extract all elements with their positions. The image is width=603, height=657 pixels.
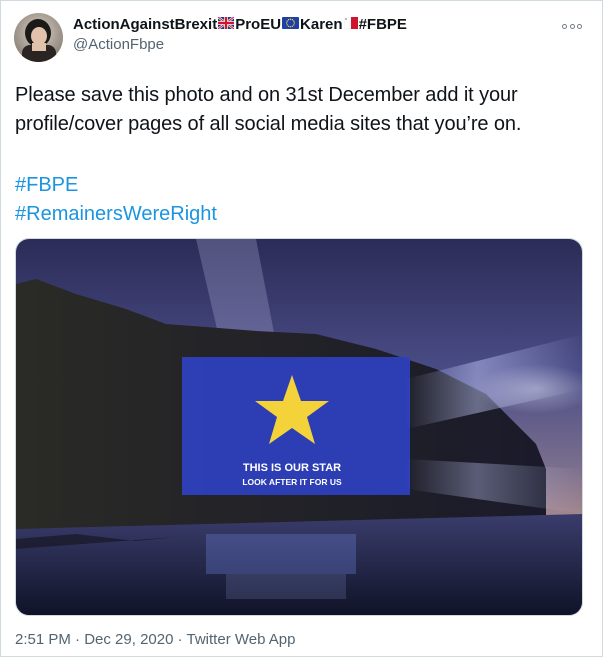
cliff-projection-photo: THIS IS OUR STAR LOOK AFTER IT FOR US xyxy=(16,239,582,615)
more-options-icon[interactable] xyxy=(562,19,582,33)
uk-flag-icon xyxy=(217,15,235,35)
tweet-text: Please save this photo and on 31st Decem… xyxy=(15,84,522,135)
display-name-part: ProEU xyxy=(235,16,282,33)
tweet-metadata: 2:51 PM · Dec 29, 2020 · Twitter Web App xyxy=(15,630,295,650)
eu-flag-icon xyxy=(282,15,300,35)
avatar[interactable] xyxy=(14,13,63,62)
meta-separator: · xyxy=(173,631,187,648)
display-name[interactable]: ActionAgainstBrexit ProEU Karen #FBPE xyxy=(73,15,407,35)
hashtag-list: #FBPE #RemainersWereRight xyxy=(15,171,217,229)
projection-text-line1: THIS IS OUR STAR xyxy=(243,462,341,474)
projection-text-line2: LOOK AFTER IT FOR US xyxy=(242,477,342,487)
hashtag-link[interactable]: #FBPE xyxy=(15,171,217,200)
tweet-header: ActionAgainstBrexit ProEU Karen #FBPE @A… xyxy=(73,15,407,55)
malta-flag-icon xyxy=(343,15,358,35)
meta-separator: · xyxy=(70,631,85,648)
tweet-time[interactable]: 2:51 PM xyxy=(15,631,71,648)
tweet-card: ActionAgainstBrexit ProEU Karen #FBPE @A… xyxy=(0,0,603,657)
hashtag-link[interactable]: #RemainersWereRight xyxy=(15,200,217,229)
display-name-part: #FBPE xyxy=(358,16,407,33)
display-name-part: Karen xyxy=(300,16,343,33)
tweet-source-app[interactable]: Twitter Web App xyxy=(187,631,296,648)
display-name-part: ActionAgainstBrexit xyxy=(73,16,218,33)
user-handle[interactable]: @ActionFbpe xyxy=(73,35,407,55)
tweet-photo[interactable]: THIS IS OUR STAR LOOK AFTER IT FOR US xyxy=(15,238,583,616)
tweet-date[interactable]: Dec 29, 2020 xyxy=(84,631,173,648)
